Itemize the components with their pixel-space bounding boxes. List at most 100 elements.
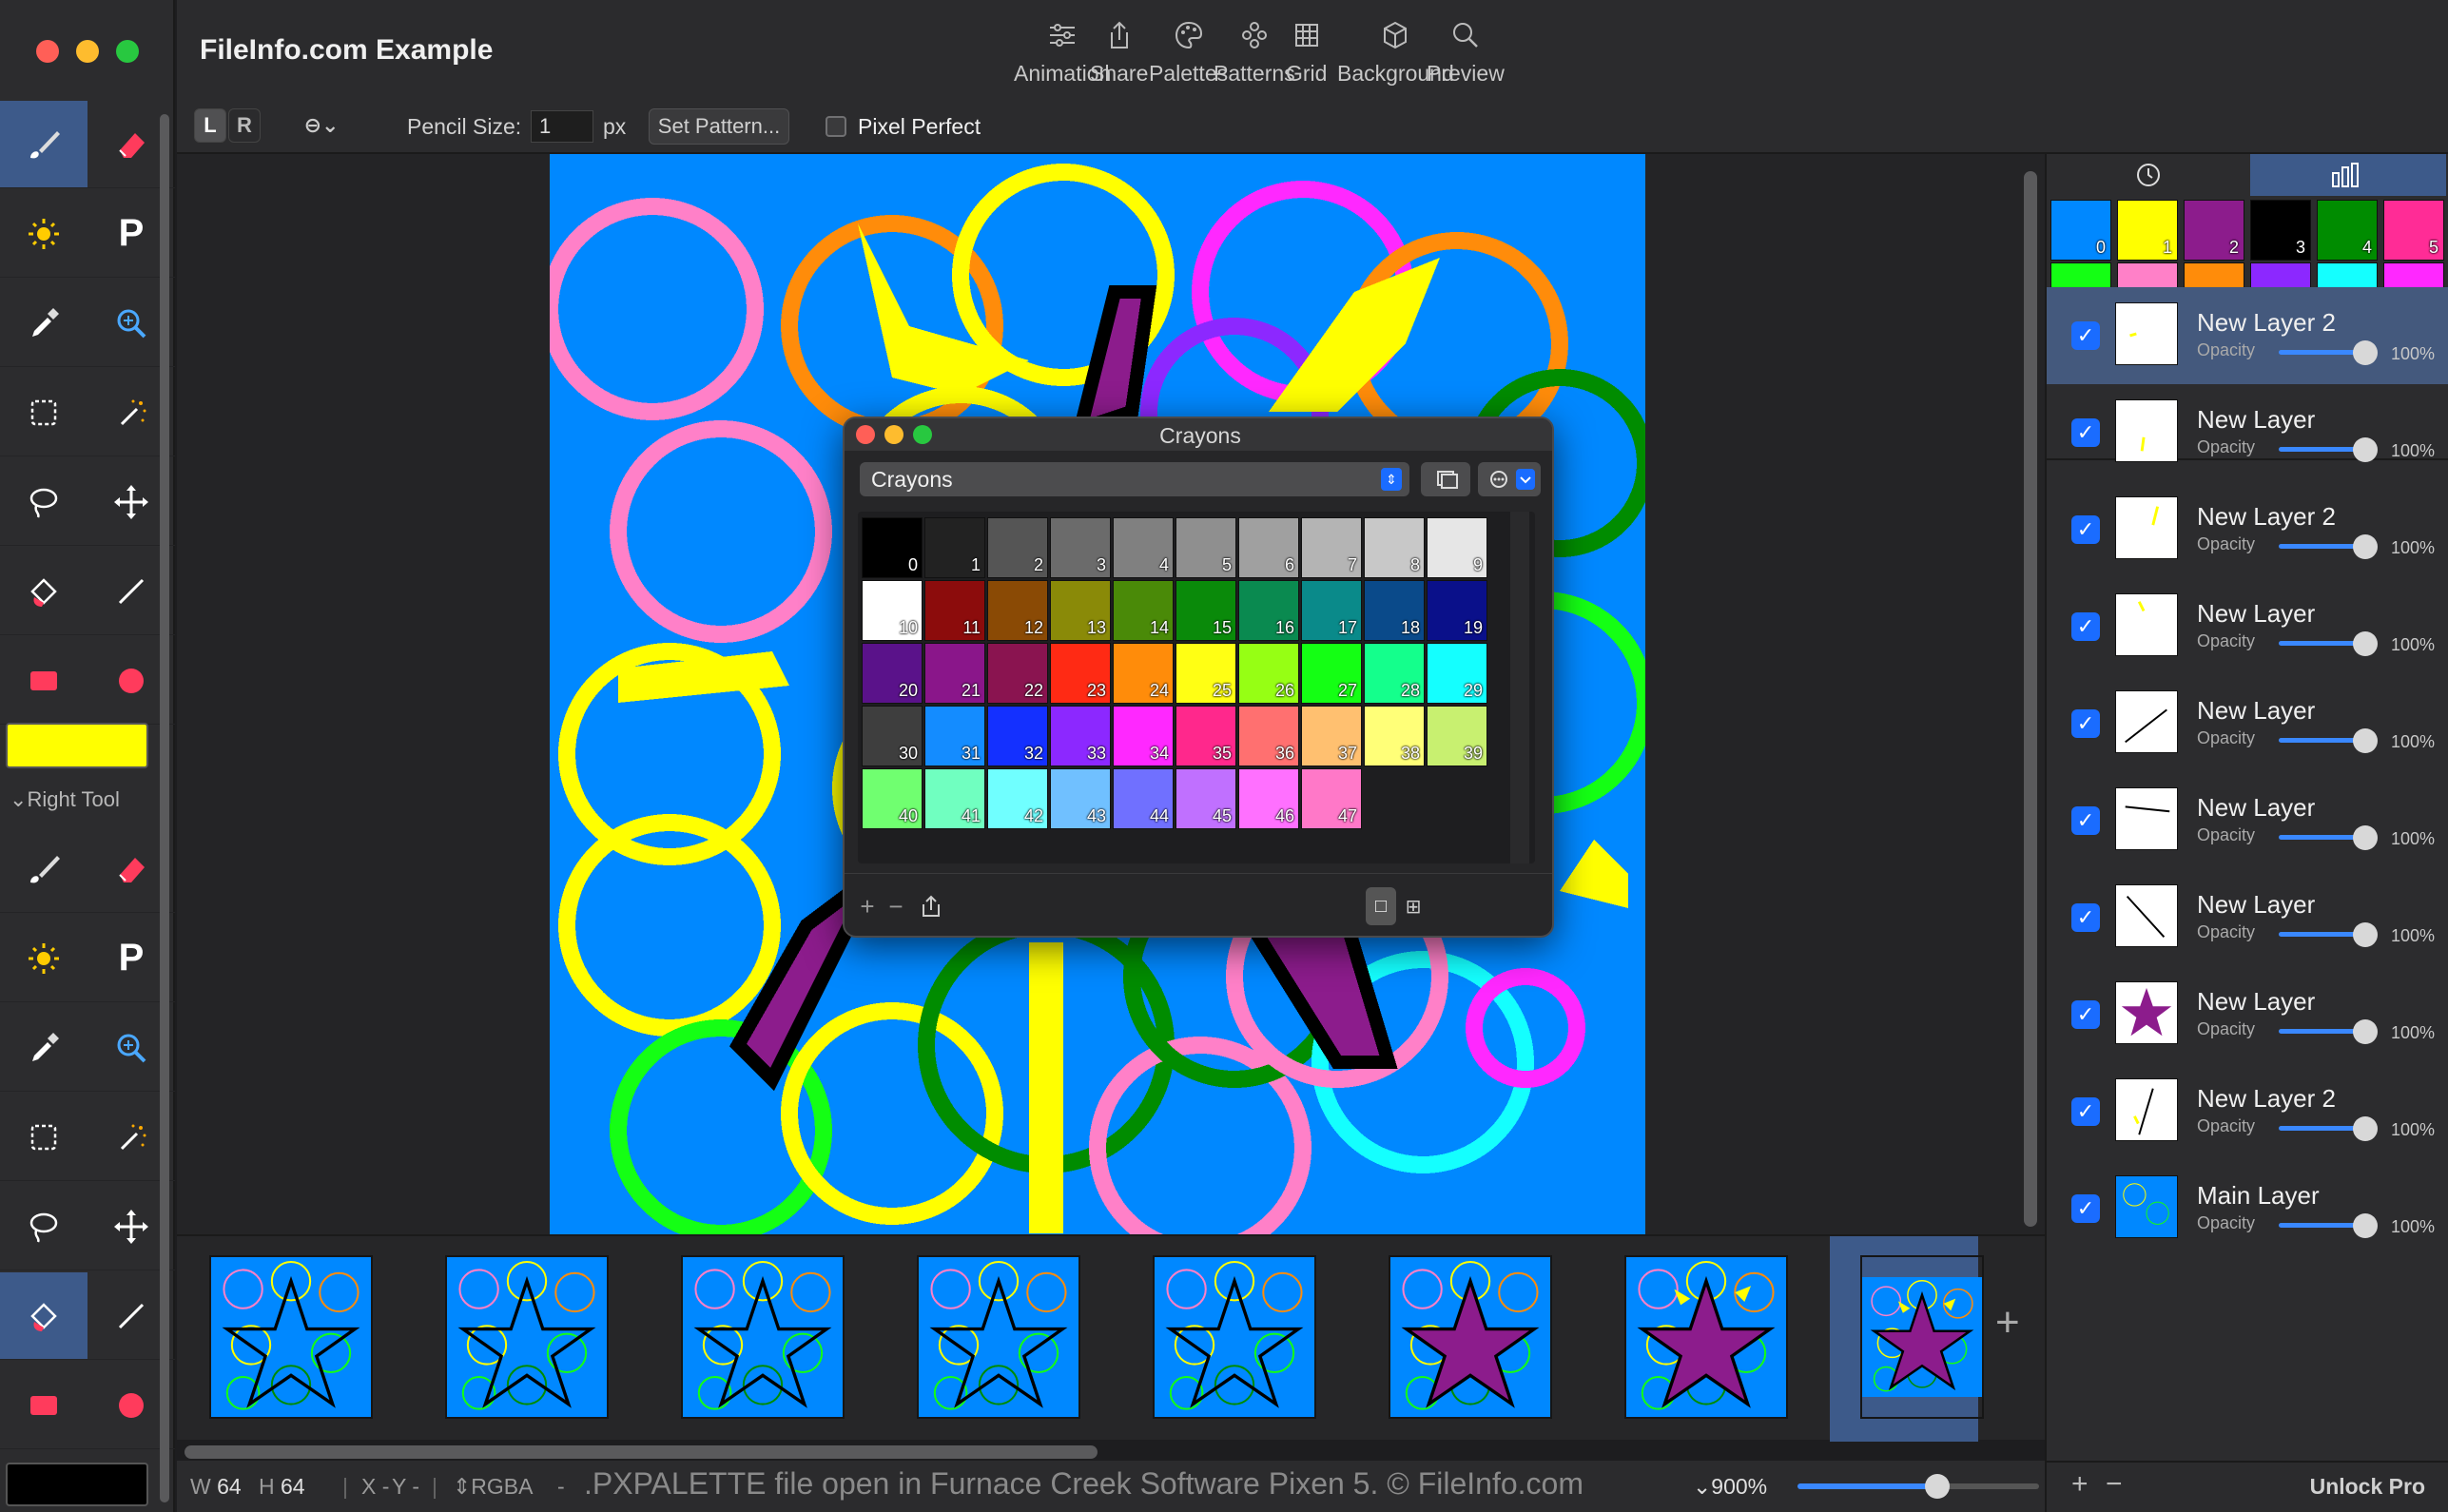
remove-layer-button[interactable]: − <box>2106 1468 2123 1501</box>
toolbar-preview-button[interactable]: Preview <box>1427 19 1505 87</box>
tab-palette-colors[interactable] <box>2250 154 2446 196</box>
layer-row[interactable]: ✓ New Layer 2 Opacity 100% <box>2047 481 2448 578</box>
sun-tool[interactable] <box>0 190 87 278</box>
palette-swatch[interactable]: 8 <box>1364 517 1425 578</box>
palette-swatch[interactable]: 16 <box>1238 580 1299 641</box>
layer-opacity-slider[interactable] <box>2279 544 2361 549</box>
palette-strip-swatch[interactable]: 0 <box>2050 200 2111 261</box>
layer-visibility-checkbox[interactable]: ✓ <box>2071 418 2100 447</box>
layer-visibility-checkbox[interactable]: ✓ <box>2071 1097 2100 1126</box>
zoom-slider-track[interactable] <box>1937 1483 2039 1489</box>
palette-swatch[interactable]: 11 <box>924 580 985 641</box>
palette-swatch[interactable]: 30 <box>862 706 923 766</box>
marquee-tool[interactable] <box>0 1094 87 1181</box>
animation-frame[interactable] <box>445 1255 609 1419</box>
left-tool-color-well[interactable] <box>6 723 148 768</box>
palette-swatch[interactable]: 33 <box>1050 706 1111 766</box>
layer-row[interactable]: ✓ New Layer Opacity 100% <box>2047 966 2448 1063</box>
palette-swatch[interactable]: 3 <box>1050 517 1111 578</box>
rectangle-tool[interactable] <box>0 1362 87 1449</box>
palette-swatch[interactable]: 20 <box>862 643 923 704</box>
marquee-tool[interactable] <box>0 369 87 456</box>
layer-row[interactable]: ✓ Main Layer Opacity 100% <box>2047 1160 2448 1257</box>
brush-tool[interactable] <box>0 825 87 913</box>
pencil-size-input[interactable] <box>531 110 593 143</box>
palette-swatch[interactable]: 12 <box>987 580 1048 641</box>
palette-swatch[interactable]: 45 <box>1175 768 1236 829</box>
layer-row[interactable]: ✓ New Layer Opacity 100% <box>2047 869 2448 966</box>
layer-opacity-knob[interactable] <box>2353 1213 2378 1238</box>
palette-swatch[interactable]: 27 <box>1301 643 1362 704</box>
layer-opacity-slider[interactable] <box>2279 641 2361 646</box>
animation-frame[interactable] <box>681 1255 845 1419</box>
palette-swatch[interactable]: 25 <box>1175 643 1236 704</box>
palette-swatch[interactable]: 6 <box>1238 517 1299 578</box>
animation-frame[interactable] <box>209 1255 373 1419</box>
palette-swatch[interactable]: 13 <box>1050 580 1111 641</box>
layer-opacity-slider[interactable] <box>2279 350 2361 355</box>
palette-swatch[interactable]: 28 <box>1364 643 1425 704</box>
layer-name[interactable]: New Layer 2 <box>2197 308 2336 338</box>
right-tool-label[interactable]: ⌄Right Tool <box>10 787 120 812</box>
right-tool-toggle[interactable]: R <box>228 108 261 143</box>
palette-swatch[interactable]: 32 <box>987 706 1048 766</box>
swatch-grid-scrollbar[interactable] <box>1510 512 1529 863</box>
layer-opacity-slider[interactable] <box>2279 738 2361 743</box>
layer-opacity-slider[interactable] <box>2279 1126 2361 1131</box>
palette-swatch[interactable]: 7 <box>1301 517 1362 578</box>
palette-swatch[interactable]: 39 <box>1427 706 1487 766</box>
layer-name[interactable]: New Layer <box>2197 599 2315 629</box>
brush-tool[interactable] <box>0 101 87 188</box>
fill-bucket-tool[interactable] <box>0 548 87 635</box>
palette-swatch[interactable]: 29 <box>1427 643 1487 704</box>
grid-view-button[interactable]: ⊞ <box>1398 887 1428 925</box>
palette-strip-swatch[interactable]: 3 <box>2250 200 2311 261</box>
share-palette-button[interactable] <box>915 887 947 925</box>
layer-row[interactable]: ✓ New Layer Opacity 100% <box>2047 384 2448 481</box>
layer-name[interactable]: New Layer <box>2197 405 2315 435</box>
layer-name[interactable]: New Layer <box>2197 696 2315 726</box>
layer-opacity-slider[interactable] <box>2279 447 2361 452</box>
zoom-slider-knob[interactable] <box>1925 1474 1951 1499</box>
add-color-button[interactable]: + <box>854 887 881 925</box>
palette-swatch[interactable]: 9 <box>1427 517 1487 578</box>
palette-swatch[interactable]: 2 <box>987 517 1048 578</box>
layer-row[interactable]: ✓ New Layer Opacity 100% <box>2047 772 2448 869</box>
layer-opacity-knob[interactable] <box>2353 437 2378 462</box>
eyedropper-tool[interactable] <box>0 1004 87 1092</box>
layer-visibility-checkbox[interactable]: ✓ <box>2071 1000 2100 1029</box>
palette-swatch[interactable]: 37 <box>1301 706 1362 766</box>
color-mode-selector[interactable]: ⇕RGBA <box>453 1474 533 1500</box>
layer-opacity-knob[interactable] <box>2353 340 2378 365</box>
palette-swatch[interactable]: 14 <box>1113 580 1174 641</box>
palette-strip-swatch[interactable]: 5 <box>2383 200 2444 261</box>
layer-visibility-checkbox[interactable]: ✓ <box>2071 1194 2100 1223</box>
palette-swatch[interactable]: 23 <box>1050 643 1111 704</box>
more-options-button[interactable]: ⊖⌄ <box>295 108 348 143</box>
timeline-scrollbar[interactable] <box>185 1445 1098 1459</box>
palette-swatch[interactable]: 26 <box>1238 643 1299 704</box>
layer-row[interactable]: ✓ New Layer Opacity 100% <box>2047 675 2448 772</box>
animation-frame[interactable] <box>917 1255 1080 1419</box>
layer-row[interactable]: ✓ New Layer 2 Opacity 100% <box>2047 1063 2448 1160</box>
layer-row[interactable]: ✓ New Layer Opacity 100% <box>2047 578 2448 675</box>
animation-frame[interactable] <box>1624 1255 1788 1419</box>
palette-swatch[interactable]: 10 <box>862 580 923 641</box>
tab-recent-colors[interactable] <box>2050 154 2246 196</box>
palette-swatch[interactable]: 40 <box>862 768 923 829</box>
toolbar-grid-button[interactable]: Grid <box>1286 19 1327 87</box>
layer-name[interactable]: New Layer 2 <box>2197 1084 2336 1114</box>
palette-swatch[interactable]: 34 <box>1113 706 1174 766</box>
palette-swatch[interactable]: 19 <box>1427 580 1487 641</box>
layer-opacity-slider[interactable] <box>2279 932 2361 937</box>
layer-opacity-knob[interactable] <box>2353 728 2378 753</box>
palette-swatch[interactable]: 4 <box>1113 517 1174 578</box>
add-layer-button[interactable]: + <box>2071 1468 2089 1501</box>
palette-select[interactable]: Crayons ⇕ <box>860 462 1409 496</box>
pixel-perfect-checkbox[interactable] <box>826 116 846 137</box>
palette-swatch[interactable]: 47 <box>1301 768 1362 829</box>
layer-opacity-slider[interactable] <box>2279 1223 2361 1228</box>
unlock-pro-button[interactable]: Unlock Pro <box>2310 1474 2425 1500</box>
layer-opacity-knob[interactable] <box>2353 1019 2378 1044</box>
layer-visibility-checkbox[interactable]: ✓ <box>2071 515 2100 544</box>
